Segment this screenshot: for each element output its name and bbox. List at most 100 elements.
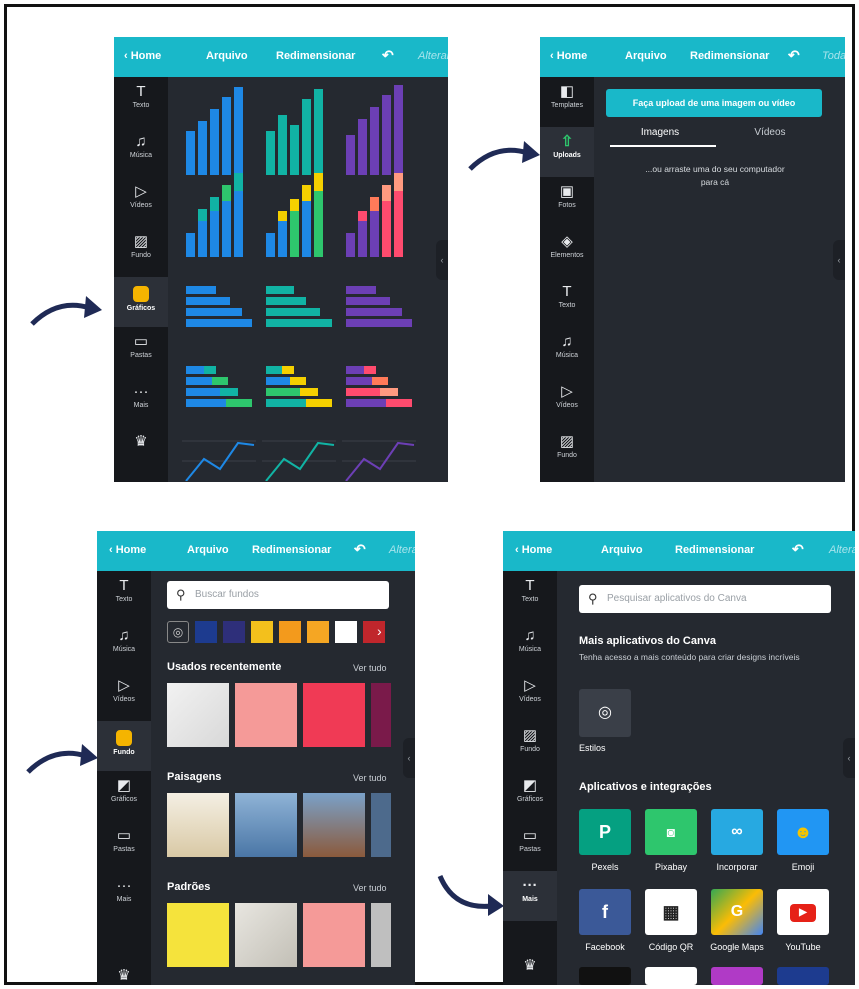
chart-thumb-line-purple[interactable] — [342, 440, 416, 481]
home-button[interactable]: ‹ Home — [550, 50, 587, 62]
collapse-panel-button[interactable]: ‹ — [436, 239, 448, 280]
chart-thumb-line-teal[interactable] — [262, 440, 336, 481]
app-partial[interactable] — [645, 967, 697, 985]
alterar-link[interactable]: Alterar — [418, 50, 448, 62]
app-partial[interactable] — [579, 967, 631, 985]
sidebar-item-mais[interactable]: ··· Mais — [114, 377, 168, 427]
sidebar-item-graficos[interactable]: Gráficos — [114, 277, 168, 327]
sidebar-item-musica[interactable]: ♫ Música — [540, 327, 594, 377]
sidebar-item-musica[interactable]: ♫ Música — [114, 127, 168, 177]
chart-thumb-hbar-purple[interactable] — [346, 286, 412, 327]
premium-crown[interactable]: ♛ — [97, 961, 151, 985]
see-all-link[interactable]: Ver tudo — [353, 883, 387, 893]
collapse-panel-button[interactable]: ‹ — [843, 738, 855, 778]
sidebar-item-mais[interactable]: ··· Mais — [503, 871, 557, 921]
swatch[interactable] — [335, 621, 357, 643]
sidebar-item-uploads[interactable]: ⇧ Uploads — [540, 127, 594, 177]
sidebar-item-fundo[interactable]: ▨ Fundo — [503, 721, 557, 771]
alterar-link[interactable]: Alterar — [389, 544, 415, 556]
sidebar-item-graficos[interactable]: ◩ Gráficos — [503, 771, 557, 821]
app-emoji[interactable]: ☻ — [777, 809, 829, 855]
undo-icon[interactable]: ↶ — [788, 47, 800, 64]
undo-icon[interactable]: ↶ — [354, 541, 366, 558]
thumb-rocky-mountain[interactable] — [303, 793, 365, 857]
upload-button[interactable]: Faça upload de uma imagem ou vídeo — [606, 89, 822, 117]
apps-search-input[interactable]: ⚲ Pesquisar aplicativos do Canva — [579, 585, 831, 613]
sidebar-item-fundo[interactable]: ▨ Fundo — [114, 227, 168, 277]
chart-thumb-shbar-yellow[interactable] — [266, 366, 332, 407]
app-qr-code[interactable]: ▦ — [645, 889, 697, 935]
collapse-panel-button[interactable]: ‹ — [403, 738, 415, 778]
premium-crown[interactable]: ♛ — [114, 427, 168, 477]
chart-thumb-stacked-blue[interactable] — [186, 173, 243, 257]
app-pexels[interactable]: P — [579, 809, 631, 855]
app-partial[interactable] — [711, 967, 763, 985]
sidebar-item-videos[interactable]: ▷ Vídeos — [97, 671, 151, 721]
swatch[interactable] — [279, 621, 301, 643]
sidebar-item-texto[interactable]: T Texto — [540, 277, 594, 327]
thumb-landscape[interactable] — [371, 793, 391, 857]
thumb-beach[interactable] — [167, 793, 229, 857]
thumb-yellow-pattern[interactable] — [167, 903, 229, 967]
sidebar-item-videos[interactable]: ▷ Vídeos — [114, 177, 168, 227]
sidebar-item-pastas[interactable]: ▭ Pastas — [114, 327, 168, 377]
thumb-pink-pattern[interactable] — [303, 903, 365, 967]
chart-thumb-shbar-blue[interactable] — [186, 366, 252, 407]
see-all-link[interactable]: Ver tudo — [353, 663, 387, 673]
sidebar-item-graficos[interactable]: ◩ Gráficos — [97, 771, 151, 821]
sidebar-item-mais[interactable]: ··· Mais — [97, 871, 151, 921]
swatch[interactable] — [251, 621, 273, 643]
sidebar-item-videos[interactable]: ▷ Vídeos — [540, 377, 594, 427]
swatch[interactable] — [195, 621, 217, 643]
palette-icon[interactable]: ◎ — [167, 621, 189, 643]
tab-videos[interactable]: Vídeos — [720, 127, 820, 138]
chart-thumb-hbar-teal[interactable] — [266, 286, 332, 327]
todas-link[interactable]: Toda — [822, 50, 845, 62]
app-incorporar[interactable]: ∞ — [711, 809, 763, 855]
swatch[interactable] — [223, 621, 245, 643]
background-search-input[interactable]: ⚲ Buscar fundos — [167, 581, 389, 609]
sidebar-item-pastas[interactable]: ▭ Pastas — [503, 821, 557, 871]
home-button[interactable]: ‹ Home — [124, 50, 161, 62]
app-google-maps[interactable]: G — [711, 889, 763, 935]
chart-thumb-bar-teal[interactable] — [266, 89, 323, 175]
redimensionar-menu[interactable]: Redimensionar — [276, 50, 355, 62]
alterar-link[interactable]: Alterar — [829, 544, 855, 556]
chart-thumb-bar-blue[interactable] — [186, 87, 243, 175]
thumb-red-texture[interactable] — [303, 683, 365, 747]
thumb-mountains-blue[interactable] — [235, 793, 297, 857]
sidebar-item-fundo[interactable]: ▨ Fundo — [540, 427, 594, 477]
arquivo-menu[interactable]: Arquivo — [601, 544, 643, 556]
arquivo-menu[interactable]: Arquivo — [187, 544, 229, 556]
redimensionar-menu[interactable]: Redimensionar — [252, 544, 331, 556]
styles-app-button[interactable]: ◎ — [579, 689, 631, 737]
chart-thumb-stacked-red[interactable] — [346, 173, 403, 257]
redimensionar-menu[interactable]: Redimensionar — [675, 544, 754, 556]
sidebar-item-musica[interactable]: ♫ Música — [97, 621, 151, 671]
sidebar-item-texto[interactable]: T Texto — [503, 571, 557, 621]
chart-thumb-hbar-blue[interactable] — [186, 286, 252, 327]
sidebar-item-musica[interactable]: ♫ Música — [503, 621, 557, 671]
app-facebook[interactable]: f — [579, 889, 631, 935]
home-button[interactable]: ‹ Home — [109, 544, 146, 556]
redimensionar-menu[interactable]: Redimensionar — [690, 50, 769, 62]
app-pixabay[interactable]: ◙ — [645, 809, 697, 855]
chart-thumb-stacked-yellow[interactable] — [266, 173, 323, 257]
undo-icon[interactable]: ↶ — [792, 541, 804, 558]
chart-thumb-shbar-red[interactable] — [346, 366, 412, 407]
arquivo-menu[interactable]: Arquivo — [625, 50, 667, 62]
chevron-right-icon[interactable]: › — [377, 623, 382, 639]
sidebar-item-texto[interactable]: T Texto — [114, 77, 168, 127]
sidebar-item-fundo[interactable]: Fundo — [97, 721, 151, 771]
chart-thumb-bar-purple[interactable] — [346, 85, 403, 175]
sidebar-item-elementos[interactable]: ◈ Elementos — [540, 227, 594, 277]
premium-crown[interactable]: ♛ — [503, 951, 557, 985]
thumb-white-brick[interactable] — [167, 683, 229, 747]
thumb-magenta[interactable] — [371, 683, 391, 747]
app-youtube[interactable]: ▶ — [777, 889, 829, 935]
thumb-gray-texture[interactable] — [235, 903, 297, 967]
collapse-panel-button[interactable]: ‹ — [833, 239, 845, 280]
swatch[interactable] — [307, 621, 329, 643]
tab-imagens[interactable]: Imagens — [610, 127, 710, 138]
thumb-gray[interactable] — [371, 903, 391, 967]
